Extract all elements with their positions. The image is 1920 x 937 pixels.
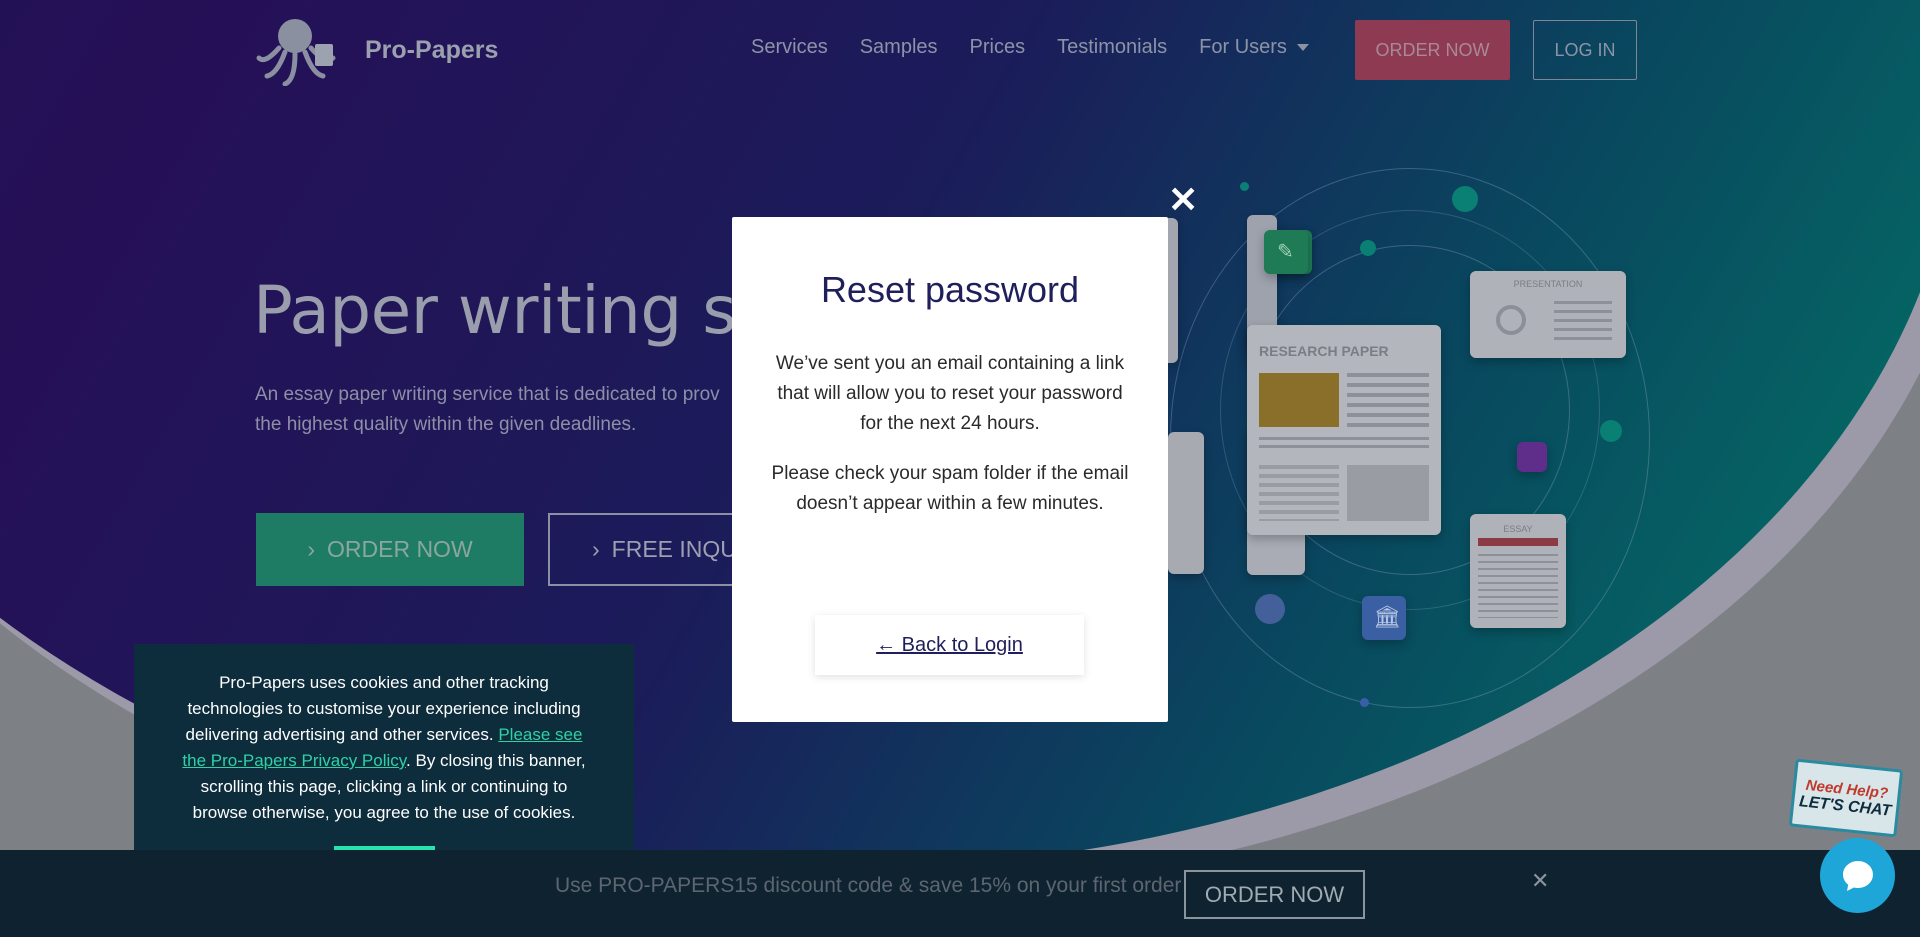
orbit-dot — [1240, 182, 1249, 191]
octopus-logo-icon — [256, 19, 336, 86]
hero-order-button[interactable]: › ORDER NOW — [256, 513, 524, 586]
hero-free-label: FREE INQU — [611, 536, 737, 562]
side-card — [1168, 218, 1178, 363]
modal-spam-note: Please check your spam folder if the ema… — [771, 463, 1129, 514]
order-now-button[interactable]: ORDER NOW — [1355, 20, 1510, 80]
essay-label: ESSAY — [1503, 524, 1533, 534]
hero-subtitle: An essay paper writing service that is d… — [255, 380, 775, 440]
promo-close-icon[interactable]: ✕ — [1531, 868, 1549, 894]
hero-subtitle-line: An essay paper writing service that is d… — [255, 384, 720, 405]
back-to-login-button[interactable]: ← Back to Login — [815, 615, 1084, 675]
modal-close-icon[interactable]: ✕ — [1168, 182, 1198, 218]
essay-card: ESSAY — [1470, 514, 1566, 628]
logo[interactable]: Pro-Papers — [255, 14, 498, 86]
hero-subtitle-line: the highest quality within the given dea… — [255, 414, 637, 435]
promo-bar: Use PRO-PAPERS15 discount code & save 15… — [0, 850, 1920, 937]
nav-item-for-users-label: For Users — [1199, 36, 1287, 58]
presentation-label: PRESENTATION — [1513, 279, 1583, 289]
hero-order-label: ORDER NOW — [327, 536, 473, 562]
bank-icon: 🏛 — [1362, 596, 1406, 640]
chat-bubble-icon — [1842, 860, 1873, 891]
research-body — [1259, 437, 1429, 453]
main-nav: Services Samples Prices Testimonials For… — [751, 36, 1309, 59]
login-button[interactable]: LOG IN — [1533, 20, 1637, 80]
nav-item-services[interactable]: Services — [751, 36, 828, 59]
nav-item-samples[interactable]: Samples — [860, 36, 938, 59]
presentation-card: PRESENTATION — [1470, 271, 1626, 358]
orbit-dot — [1600, 420, 1622, 442]
nav-item-prices[interactable]: Prices — [970, 36, 1026, 59]
research-paper-label: RESEARCH PAPER — [1259, 343, 1389, 359]
presentation-gauge — [1496, 305, 1526, 335]
nav-item-for-users[interactable]: For Users — [1199, 36, 1309, 59]
hero-title: Paper writing ser — [253, 272, 803, 349]
promo-order-button[interactable]: ORDER NOW — [1184, 870, 1365, 919]
orbit-dot — [1360, 698, 1369, 707]
reset-password-modal: Reset password We’ve sent you an email c… — [732, 217, 1168, 722]
modal-title: Reset password — [820, 269, 1080, 310]
essay-lines — [1478, 554, 1558, 618]
research-col-right — [1347, 465, 1429, 521]
graduation-cap-icon — [1517, 442, 1547, 472]
nav-item-testimonials[interactable]: Testimonials — [1057, 36, 1167, 59]
promo-text: Use PRO-PAPERS15 discount code & save 15… — [555, 874, 1182, 897]
need-help-badge[interactable]: Need Help? LET'S CHAT — [1788, 758, 1904, 838]
research-lines — [1347, 373, 1429, 427]
chevron-right-icon: › — [592, 536, 600, 562]
edit-badge-icon: ✎ — [1264, 230, 1308, 274]
orbit-dot — [1452, 186, 1478, 212]
orbit-dot — [1360, 240, 1376, 256]
brand-name: Pro-Papers — [365, 35, 499, 64]
orbit-dot — [1255, 594, 1285, 624]
presentation-lines — [1554, 301, 1612, 341]
caret-down-icon — [1296, 44, 1309, 51]
essay-header-bar — [1478, 538, 1558, 546]
chat-launcher-button[interactable] — [1820, 838, 1895, 913]
chevron-right-icon: › — [307, 536, 315, 562]
modal-message: We’ve sent you an email containing a lin… — [775, 353, 1125, 434]
research-paper-card: RESEARCH PAPER — [1247, 325, 1441, 535]
research-col-left — [1259, 465, 1339, 521]
page: Pro-Papers Services Samples Prices Testi… — [0, 0, 1920, 937]
research-image — [1259, 373, 1339, 427]
problem-solving-card — [1168, 432, 1204, 574]
